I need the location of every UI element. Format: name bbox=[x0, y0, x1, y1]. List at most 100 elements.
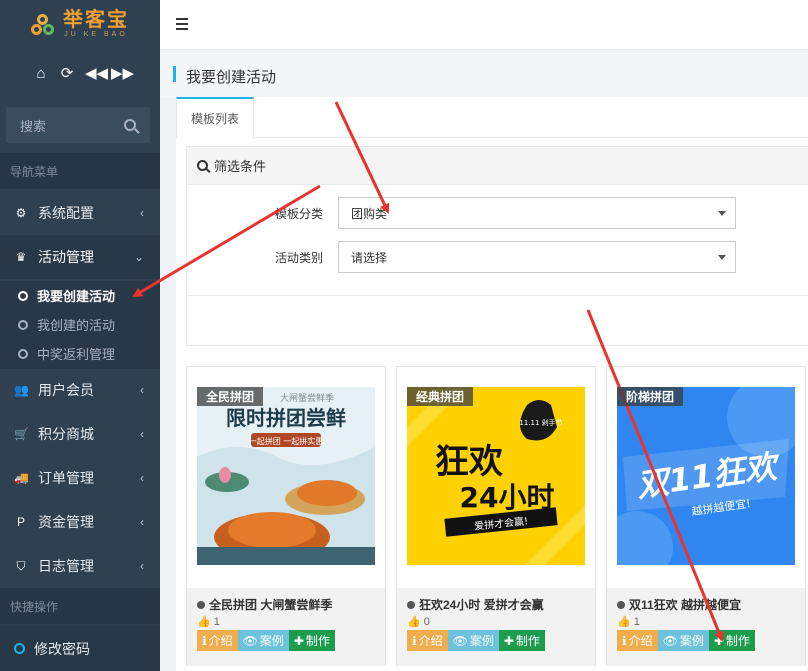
backward-icon[interactable]: ◀◀ bbox=[85, 64, 108, 82]
forward-icon[interactable]: ▶▶ bbox=[111, 64, 134, 82]
template-actions: ℹ 介绍 👁 案例 ✚ 制作 bbox=[617, 630, 755, 651]
intro-button[interactable]: ℹ 介绍 bbox=[617, 630, 658, 651]
bullet-icon bbox=[407, 601, 415, 609]
cart-icon: 🛒 bbox=[14, 427, 29, 441]
template-card[interactable]: 经典拼团 11.11 剁手节 狂欢 24小时 爱拼才会赢! 狂欢24小时 爱拼才… bbox=[396, 366, 596, 666]
chevron-left-icon: ‹ bbox=[140, 515, 144, 529]
template-info: 双11狂欢 越拼越便宜 👍 1 ℹ 介绍 👁 案例 ✚ 制作 bbox=[607, 588, 805, 666]
home-icon[interactable]: ⌂ bbox=[33, 65, 49, 82]
plus-icon: ✚ bbox=[293, 633, 304, 648]
quick-section-header: 快捷操作 bbox=[0, 588, 160, 624]
circle-icon bbox=[14, 643, 25, 654]
like-count: 👍 1 bbox=[197, 616, 220, 628]
filter-heading: 筛选条件 bbox=[214, 159, 267, 174]
info-icon: ℹ bbox=[622, 633, 627, 648]
quick-item-change-password[interactable]: 修改密码 bbox=[0, 626, 160, 671]
divider bbox=[187, 295, 808, 296]
activity-type-select[interactable]: 请选择 bbox=[338, 241, 736, 273]
chevron-down-icon: ⌄ bbox=[133, 250, 144, 264]
chevron-left-icon: ‹ bbox=[140, 471, 144, 485]
brand-title: 举客宝 bbox=[63, 9, 129, 31]
brand-logo[interactable]: 举客宝 JU KE BAO bbox=[0, 0, 160, 50]
case-button[interactable]: 👁 案例 bbox=[657, 630, 709, 651]
sidebar-item-funds[interactable]: P 资金管理 ‹ bbox=[0, 500, 160, 544]
template-badge: 全民拼团 bbox=[197, 387, 264, 406]
filter-header: 筛选条件 bbox=[187, 147, 808, 185]
chevron-left-icon: ‹ bbox=[140, 559, 144, 573]
template-category-value: 团购类 bbox=[351, 206, 388, 221]
users-icon: 👥 bbox=[14, 383, 29, 397]
sidebar-item-label: 活动管理 bbox=[38, 249, 94, 265]
template-thumbnail[interactable]: 大闸蟹尝鲜季 限时拼团尝鲜 一起拼团 一起拼实惠 bbox=[197, 387, 375, 565]
sidebar-item-label: 用户会员 bbox=[38, 382, 94, 398]
truck-icon: 🚚 bbox=[14, 471, 29, 485]
plus-icon: ✚ bbox=[503, 633, 514, 648]
template-thumbnail[interactable]: 11.11 剁手节 狂欢 24小时 爱拼才会赢! bbox=[407, 387, 585, 565]
circle-icon bbox=[18, 319, 28, 330]
sidebar-item-label: 日志管理 bbox=[38, 558, 94, 574]
sidebar-item-label: 系统配置 bbox=[38, 205, 94, 221]
sidebar-item-orders[interactable]: 🚚 订单管理 ‹ bbox=[0, 456, 160, 500]
refresh-icon[interactable]: ⟳ bbox=[59, 64, 75, 82]
chevron-left-icon: ‹ bbox=[140, 206, 144, 220]
sidebar-item-activity-management[interactable]: ♛ 活动管理 ⌄ bbox=[0, 235, 160, 279]
chevron-left-icon: ‹ bbox=[140, 427, 144, 441]
case-button[interactable]: 👁 案例 bbox=[447, 630, 499, 651]
make-button[interactable]: ✚ 制作 bbox=[498, 630, 545, 651]
template-info: 全民拼团 大闸蟹尝鲜季 👍 1 ℹ 介绍 👁 案例 ✚ 制作 bbox=[187, 588, 385, 666]
make-button[interactable]: ✚ 制作 bbox=[288, 630, 335, 651]
tab-template-list[interactable]: 模板列表 bbox=[176, 97, 254, 138]
shield-icon: ⛉ bbox=[16, 558, 26, 573]
make-button[interactable]: ✚ 制作 bbox=[708, 630, 755, 651]
intro-button[interactable]: ℹ 介绍 bbox=[407, 630, 448, 651]
sidebar-toolbar: ⌂ ⟳ ◀◀ ▶▶ bbox=[0, 50, 160, 96]
sidebar-search-input[interactable]: 搜索 bbox=[6, 107, 150, 143]
search-icon[interactable] bbox=[124, 119, 136, 131]
sidebar-item-system-config[interactable]: ⚙ 系统配置 ‹ bbox=[0, 191, 160, 235]
gear-icon: ⚙ bbox=[15, 206, 27, 220]
template-actions: ℹ 介绍 👁 案例 ✚ 制作 bbox=[407, 630, 545, 651]
menu-toggle-icon[interactable] bbox=[176, 18, 188, 30]
template-thumbnail[interactable]: 双11狂欢 越拼越便宜! bbox=[617, 387, 795, 565]
quick-item-label: 修改密码 bbox=[34, 640, 90, 657]
search-icon bbox=[197, 160, 208, 171]
brand-subtitle: JU KE BAO bbox=[64, 31, 128, 38]
circle-icon bbox=[18, 348, 28, 359]
template-card[interactable]: 全民拼团 大闸蟹尝鲜季 限时拼团尝鲜 一起拼团 一起拼实惠 全民拼团 大闸蟹尝鲜… bbox=[186, 366, 386, 666]
template-actions: ℹ 介绍 👁 案例 ✚ 制作 bbox=[197, 630, 335, 651]
submenu-item-my-activities[interactable]: 我创建的活动 bbox=[0, 310, 160, 339]
bullet-icon bbox=[197, 601, 205, 609]
title-accent-bar bbox=[173, 66, 176, 82]
eye-icon: 👁 bbox=[242, 633, 258, 648]
template-title: 狂欢24小时 爱拼才会赢 bbox=[407, 596, 544, 613]
filter-panel: 筛选条件 模板分类 团购类 活动类别 请选择 bbox=[186, 146, 808, 346]
trophy-icon: ♛ bbox=[15, 250, 27, 264]
image-tag: 11.11 剁手节 bbox=[519, 418, 562, 427]
chevron-left-icon: ‹ bbox=[140, 383, 144, 397]
template-badge: 经典拼团 bbox=[407, 387, 474, 406]
case-button[interactable]: 👁 案例 bbox=[237, 630, 289, 651]
sidebar-item-label: 资金管理 bbox=[38, 514, 94, 530]
circle-icon bbox=[18, 290, 28, 301]
submenu-item-label: 我创建的活动 bbox=[37, 318, 116, 333]
bullet-icon bbox=[617, 601, 625, 609]
template-category-select[interactable]: 团购类 bbox=[338, 197, 736, 229]
template-info: 狂欢24小时 爱拼才会赢 👍 0 ℹ 介绍 👁 案例 ✚ 制作 bbox=[397, 588, 595, 666]
activity-type-label: 活动类别 bbox=[275, 251, 324, 265]
eye-icon: 👁 bbox=[662, 633, 678, 648]
plus-icon: ✚ bbox=[713, 633, 724, 648]
intro-button[interactable]: ℹ 介绍 bbox=[197, 630, 238, 651]
top-navbar bbox=[160, 0, 808, 50]
sidebar-item-label: 订单管理 bbox=[38, 470, 94, 486]
submenu-item-create-activity[interactable]: 我要创建活动 bbox=[0, 281, 160, 310]
logo-mark-icon bbox=[31, 12, 57, 38]
info-icon: ℹ bbox=[202, 633, 207, 648]
sidebar-item-label: 积分商城 bbox=[38, 426, 94, 442]
template-category-label: 模板分类 bbox=[275, 207, 324, 221]
sidebar-item-members[interactable]: 👥 用户会员 ‹ bbox=[0, 368, 160, 412]
submenu-item-rebate-management[interactable]: 中奖返利管理 bbox=[0, 339, 160, 368]
template-card[interactable]: 阶梯拼团 双11狂欢 越拼越便宜! 双11狂欢 越拼越便宜 👍 1 ℹ 介绍 👁 案… bbox=[606, 366, 806, 666]
image-text-line1: 大闸蟹尝鲜季 bbox=[280, 392, 334, 404]
sidebar-item-logs[interactable]: ⛉ 日志管理 ‹ bbox=[0, 544, 160, 588]
sidebar-item-points-mall[interactable]: 🛒 积分商城 ‹ bbox=[0, 412, 160, 456]
